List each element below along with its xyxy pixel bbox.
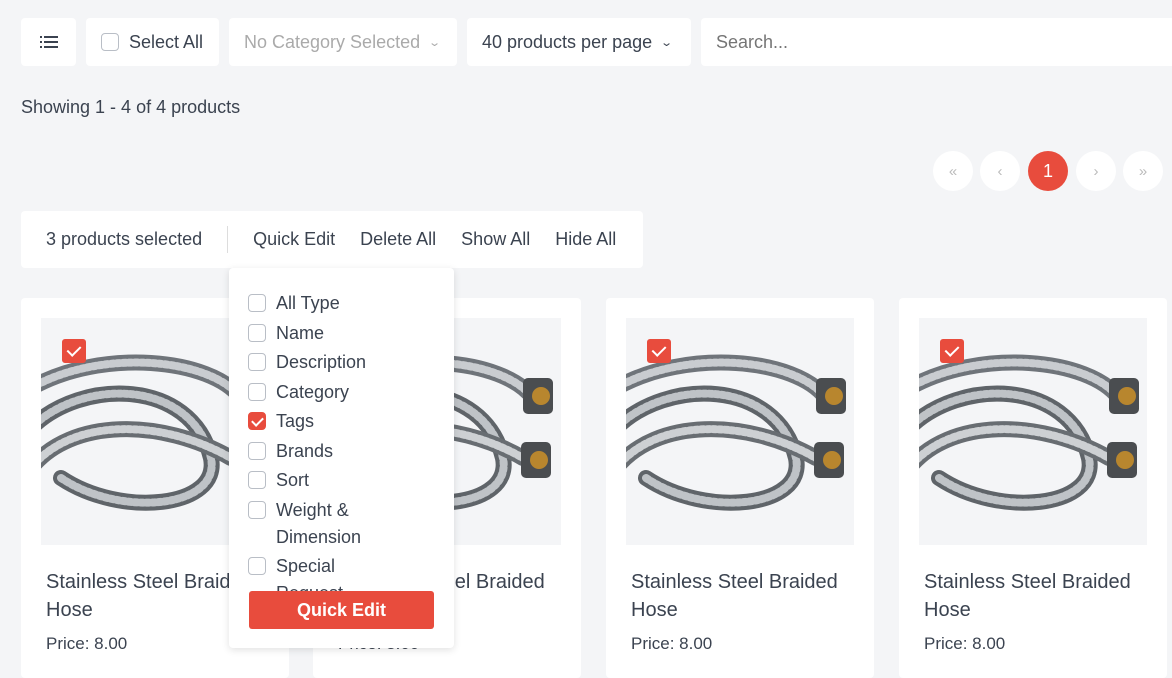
category-value: No Category Selected bbox=[244, 31, 421, 52]
product-title[interactable]: Stainless Steel Braided Hose bbox=[924, 568, 1154, 624]
checkbox[interactable] bbox=[248, 441, 266, 460]
category-select[interactable]: No Category Selected ⌄ bbox=[229, 18, 457, 66]
list-view-button[interactable] bbox=[21, 18, 76, 66]
product-title[interactable]: Stainless Steel Braided Hose bbox=[631, 568, 861, 624]
option-label: Weight & Dimension bbox=[276, 499, 362, 547]
option-label: Category bbox=[276, 381, 350, 402]
list-icon bbox=[39, 36, 58, 48]
product-image bbox=[626, 318, 854, 545]
checkbox[interactable] bbox=[248, 471, 266, 489]
product-card[interactable]: Stainless Steel Braided Hose Price: 8.00 bbox=[606, 298, 874, 678]
option-label: Tags bbox=[276, 411, 315, 431]
prev-page-button[interactable]: ‹ bbox=[980, 151, 1020, 191]
quick-edit-button[interactable]: Quick Edit bbox=[253, 229, 335, 250]
quick-edit-submit-button[interactable]: Quick Edit bbox=[249, 591, 434, 629]
first-page-button[interactable]: « bbox=[933, 151, 973, 191]
select-all-label: Select All bbox=[129, 31, 204, 52]
checkbox[interactable] bbox=[248, 500, 266, 519]
quick-edit-option[interactable]: Description bbox=[229, 349, 454, 376]
product-price: Price: 8.00 bbox=[924, 634, 1006, 653]
results-count: Showing 1 - 4 of 4 products bbox=[21, 97, 241, 117]
chevron-down-icon: ⌄ bbox=[428, 36, 442, 49]
checkbox[interactable] bbox=[248, 353, 266, 371]
delete-all-button[interactable]: Delete All bbox=[360, 229, 436, 250]
hide-all-button[interactable]: Hide All bbox=[555, 229, 616, 250]
product-select-checkbox[interactable] bbox=[940, 339, 964, 363]
quick-edit-option[interactable]: Sort bbox=[229, 467, 454, 494]
quick-edit-option[interactable]: Brands bbox=[229, 438, 454, 465]
page-1-button[interactable]: 1 bbox=[1028, 151, 1068, 191]
product-select-checkbox[interactable] bbox=[62, 339, 86, 363]
option-label: Brands bbox=[276, 440, 334, 461]
per-page-select[interactable]: 40 products per page ⌄ bbox=[467, 18, 691, 66]
product-image bbox=[919, 318, 1147, 545]
checkbox[interactable] bbox=[248, 323, 266, 342]
next-page-button[interactable]: › bbox=[1076, 151, 1116, 191]
quick-edit-option[interactable]: Category bbox=[229, 379, 454, 406]
last-page-button[interactable]: » bbox=[1123, 151, 1163, 191]
option-label: Description bbox=[276, 352, 367, 372]
per-page-value: 40 products per page bbox=[482, 31, 653, 52]
product-price: Price: 8.00 bbox=[631, 634, 713, 653]
chevron-down-icon: ⌄ bbox=[660, 36, 674, 49]
quick-edit-dropdown: All Type Name Description Category Tags Brand… bbox=[229, 268, 454, 648]
quick-edit-option[interactable]: Tags bbox=[229, 408, 454, 435]
show-all-button[interactable]: Show All bbox=[461, 229, 530, 250]
checkbox[interactable] bbox=[248, 412, 266, 430]
divider bbox=[227, 226, 229, 253]
quick-edit-option[interactable]: All Type bbox=[229, 290, 454, 317]
quick-edit-option[interactable]: Name bbox=[229, 320, 454, 347]
checkbox[interactable] bbox=[248, 382, 266, 401]
option-label: Sort bbox=[276, 470, 310, 490]
quick-edit-option[interactable]: Weight & Dimension bbox=[229, 497, 454, 551]
checkbox[interactable] bbox=[248, 294, 266, 312]
product-price: Price: 8.00 bbox=[46, 634, 128, 653]
option-label: All Type bbox=[276, 293, 340, 313]
selected-count: 3 products selected bbox=[46, 229, 203, 249]
select-all-checkbox[interactable]: Select All bbox=[86, 18, 219, 66]
product-card[interactable]: Stainless Steel Braided Hose Price: 8.00 bbox=[899, 298, 1167, 678]
search-input[interactable] bbox=[701, 18, 1172, 66]
checkbox[interactable] bbox=[101, 33, 119, 51]
option-label: Name bbox=[276, 322, 325, 343]
bulk-actions-bar: 3 products selected Quick Edit Delete Al… bbox=[21, 211, 643, 268]
product-select-checkbox[interactable] bbox=[647, 339, 671, 363]
checkbox[interactable] bbox=[248, 557, 266, 575]
